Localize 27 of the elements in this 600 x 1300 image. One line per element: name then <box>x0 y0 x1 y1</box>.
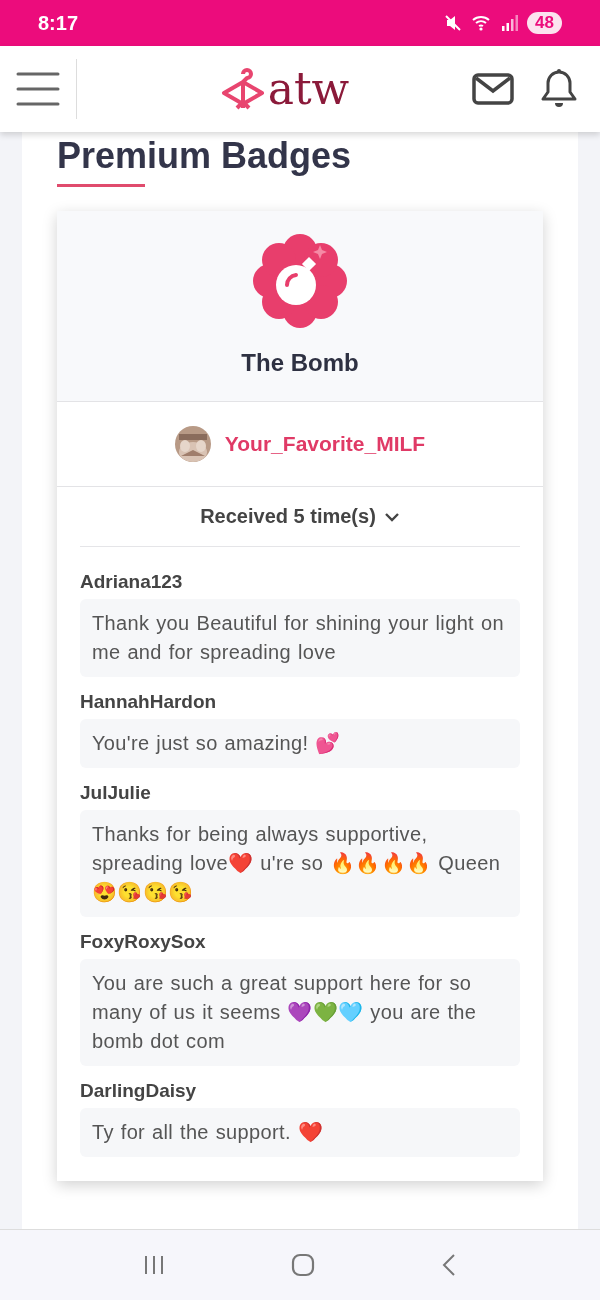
section-heading: Premium Badges <box>57 138 352 174</box>
comment-author: DarlingDaisy <box>80 1080 198 1102</box>
battery-level: 48 <box>527 12 562 34</box>
comment-author: HannahHardon <box>80 691 218 713</box>
comment-message: Thank you Beautiful for shining your light on me and for spreading love <box>80 599 520 677</box>
comment-message: Ty for all the support. ❤ <box>80 1108 520 1157</box>
hanger-icon <box>219 66 266 112</box>
chevron-icon <box>383 511 400 522</box>
home-icon[interactable] <box>291 1253 315 1277</box>
mail-icon[interactable] <box>472 73 514 105</box>
comment-message: You're just so amazing! 💕 <box>80 719 520 768</box>
comment-author: FoxyRoxySox <box>80 931 207 953</box>
signal-icon <box>501 14 520 32</box>
comment-author: JulJulie <box>80 782 152 804</box>
clock: 8:17 <box>38 11 79 35</box>
badge-title: The Bomb <box>241 349 359 377</box>
comment-message: You are such a great support here for so many of us it seems 💜💚🩵 you are the bomb dot com <box>80 959 520 1066</box>
bell-icon[interactable] <box>540 68 578 110</box>
logo[interactable]: atw <box>267 67 350 111</box>
bomb-badge-icon <box>252 233 348 329</box>
comment-message: Thanks for being always supportive, spreading love❤ u're so 🔥🔥🔥🔥 Queen 😍😘😘😘 <box>80 810 520 917</box>
comment-author: Adriana123 <box>80 571 184 593</box>
received-toggle[interactable]: Received 5 time(s) <box>80 487 520 547</box>
recent-apps-icon[interactable] <box>143 1254 165 1276</box>
menu-icon <box>16 71 60 107</box>
owner-link[interactable]: Your_Favorite_MILF <box>224 432 426 456</box>
back-icon[interactable] <box>441 1253 457 1277</box>
